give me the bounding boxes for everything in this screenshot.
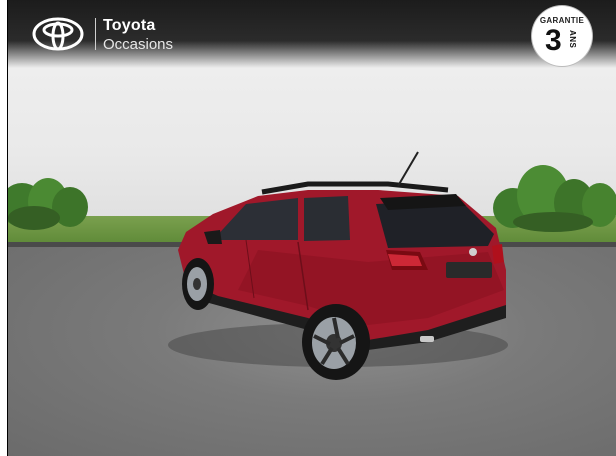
car-photo bbox=[8, 0, 616, 456]
bushes-right bbox=[493, 165, 616, 232]
site-header: Toyota Occasions bbox=[8, 0, 616, 68]
rear-wheel bbox=[302, 304, 370, 380]
scene-illustration bbox=[8, 151, 616, 380]
warranty-label: GARANTIE bbox=[539, 16, 585, 25]
brand-name[interactable]: Toyota bbox=[103, 17, 155, 35]
listing-photo-frame: Toyota Occasions GARANTIE 3 ANS bbox=[0, 0, 616, 456]
front-wheel bbox=[182, 258, 214, 310]
bushes-left bbox=[8, 178, 88, 230]
left-border bbox=[0, 0, 8, 456]
warranty-unit: ANS bbox=[568, 30, 577, 49]
warranty-badge: GARANTIE 3 ANS bbox=[532, 6, 592, 66]
logo-divider bbox=[95, 18, 96, 50]
toyota-emblem-icon[interactable] bbox=[32, 16, 84, 52]
brand-subtitle[interactable]: Occasions bbox=[103, 36, 173, 53]
exhaust bbox=[420, 336, 434, 342]
warranty-years: 3 bbox=[545, 24, 562, 57]
